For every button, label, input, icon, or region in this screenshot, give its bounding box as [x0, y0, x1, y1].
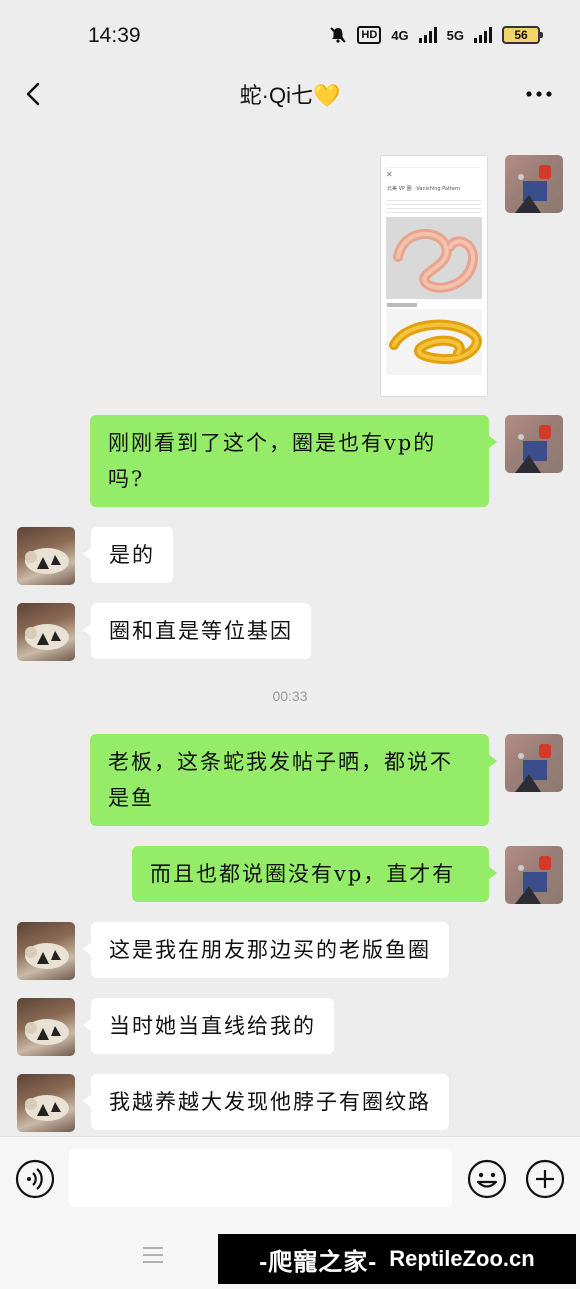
network-4g-label: 4G [391, 27, 409, 43]
message-bubble-received[interactable]: 是的 [83, 527, 173, 583]
hd-icon: HD [357, 26, 382, 44]
shared-image-status-row [387, 160, 481, 168]
network-5g-label: 5G [446, 27, 464, 43]
message-bubble-received[interactable]: 当时她当直线给我的 [83, 998, 334, 1054]
shared-image-lines [387, 197, 481, 213]
shared-image-close-icon: ✕ [386, 170, 393, 179]
voice-icon[interactable] [15, 1159, 55, 1199]
menu-icon[interactable] [142, 1244, 164, 1266]
contact-avatar[interactable] [17, 1074, 75, 1132]
watermark-cn: -爬寵之家- [259, 1248, 378, 1276]
message-bubble-received[interactable]: 这是我在朋友那边买的老版鱼圈 [83, 922, 449, 978]
snake-photo-pink [386, 217, 482, 299]
message-bubble-sent[interactable]: 老板，这条蛇我发帖子晒，都说不是鱼 [90, 734, 497, 826]
shared-image-caption: 北美 VP 圈 · Vanishing Pattern [387, 186, 461, 192]
status-icons: HD 4G 5G 56 [329, 26, 543, 44]
message-bubble-sent[interactable]: 而且也都说圈没有vp，直才有 [132, 846, 497, 902]
snake-photo-yellow [386, 309, 482, 375]
my-avatar[interactable] [505, 846, 563, 904]
plus-icon[interactable] [525, 1159, 565, 1199]
my-avatar[interactable] [505, 734, 563, 792]
signal-icon-2 [474, 27, 492, 43]
status-time: 14:39 [88, 24, 141, 47]
my-avatar[interactable] [505, 415, 563, 473]
signal-icon [418, 27, 437, 43]
status-bar: 14:39 HD 4G 5G 56 [0, 0, 580, 70]
contact-avatar[interactable] [17, 527, 75, 585]
shared-image-message[interactable]: ✕ 北美 VP 圈 · Vanishing Pattern [380, 155, 488, 397]
message-bubble-received[interactable]: 圈和直是等位基因 [83, 603, 311, 659]
input-bar [0, 1136, 580, 1226]
more-icon[interactable] [524, 82, 554, 106]
watermark-en: ReptileZoo.cn [389, 1246, 535, 1271]
watermark-banner: -爬寵之家- ReptileZoo.cn [218, 1234, 576, 1284]
message-input[interactable] [69, 1149, 452, 1207]
mute-bell-icon [330, 27, 347, 43]
battery-icon: 56 [502, 26, 543, 44]
chat-header: 蛇·Qi七💛 [0, 70, 580, 118]
chat-timestamp: 00:33 [272, 688, 308, 704]
message-bubble-received[interactable]: 我越养越大发现他脖子有圈纹路 [83, 1074, 449, 1130]
emoji-icon[interactable] [467, 1159, 507, 1199]
message-bubble-sent[interactable]: 刚刚看到了这个，圈是也有vp的吗? [90, 415, 497, 507]
contact-avatar[interactable] [17, 922, 75, 980]
shared-image-sublabel [387, 303, 417, 307]
my-avatar[interactable] [505, 155, 563, 213]
contact-avatar[interactable] [17, 998, 75, 1056]
chat-title: 蛇·Qi七💛 [239, 83, 341, 108]
contact-avatar[interactable] [17, 603, 75, 661]
